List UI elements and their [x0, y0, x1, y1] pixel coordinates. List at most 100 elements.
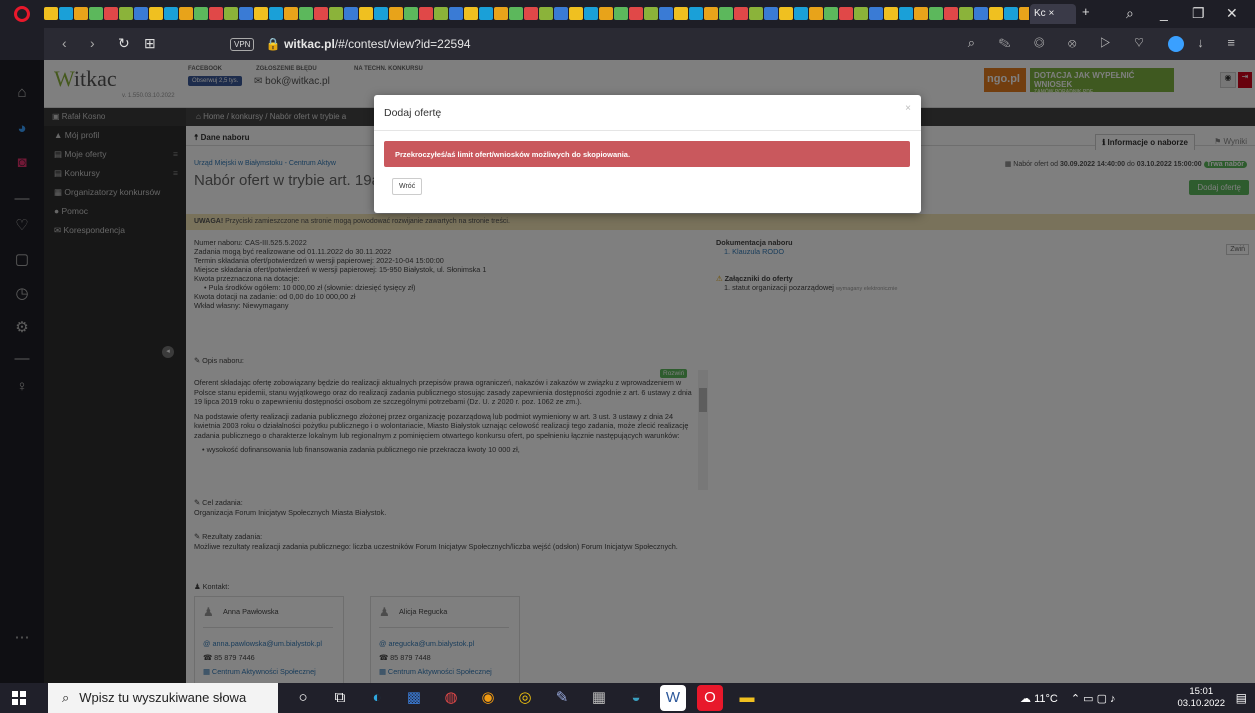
browser-tab[interactable] — [209, 7, 223, 20]
browser-tab[interactable] — [599, 7, 613, 20]
browser-tab[interactable] — [539, 7, 553, 20]
browser-tab[interactable] — [194, 7, 208, 20]
task-view-icon[interactable]: ⧉ — [327, 685, 353, 711]
word-icon[interactable]: W — [660, 685, 686, 711]
opera-logo-icon[interactable] — [14, 6, 30, 22]
vpn-badge[interactable]: VPN — [230, 38, 255, 52]
file-explorer-icon[interactable]: ▬ — [734, 685, 760, 711]
notification-icon[interactable]: ▤ — [1236, 691, 1247, 705]
browser-tab[interactable] — [1004, 7, 1018, 20]
back-button[interactable]: Wróć — [392, 178, 423, 195]
browser-tab[interactable] — [554, 7, 568, 20]
browser-tab[interactable] — [179, 7, 193, 20]
tray-icons[interactable]: ⌃ ▭ ▢ ♪ — [1071, 693, 1116, 705]
browser-tab[interactable] — [239, 7, 253, 20]
url-field[interactable]: VPN 🔒 witkac.pl/#/contest/view?id=22594 — [224, 33, 924, 55]
browser-tab[interactable] — [89, 7, 103, 20]
browser-tab[interactable] — [74, 7, 88, 20]
close-window-icon[interactable]: ✕ — [1226, 5, 1238, 22]
browser-tab[interactable] — [944, 7, 958, 20]
browser-tab[interactable] — [659, 7, 673, 20]
browser-tab[interactable] — [749, 7, 763, 20]
browser-tab[interactable] — [644, 7, 658, 20]
browser-tab[interactable] — [149, 7, 163, 20]
browser-tab[interactable] — [929, 7, 943, 20]
browser-tab[interactable] — [569, 7, 583, 20]
browser-tab[interactable] — [989, 7, 1003, 20]
tab-strip[interactable] — [44, 7, 1029, 21]
browser-tab[interactable] — [524, 7, 538, 20]
browser-tab[interactable] — [959, 7, 973, 20]
browser-tab[interactable] — [854, 7, 868, 20]
speed-dial-icon[interactable]: ⊞ — [144, 35, 156, 52]
browser-tab[interactable] — [734, 7, 748, 20]
browser-tab[interactable] — [254, 7, 268, 20]
browser-tab[interactable] — [914, 7, 928, 20]
browser-tab[interactable] — [434, 7, 448, 20]
browser-tab[interactable] — [344, 7, 358, 20]
paint-icon[interactable]: ✎ — [549, 685, 575, 711]
cortana-icon[interactable]: ○ — [290, 685, 316, 711]
browser-tab[interactable] — [884, 7, 898, 20]
browser-tab[interactable] — [779, 7, 793, 20]
browser-tab[interactable] — [494, 7, 508, 20]
browser-tab[interactable] — [164, 7, 178, 20]
browser-tab[interactable] — [809, 7, 823, 20]
app-icon[interactable]: ◒ — [623, 685, 649, 711]
browser-tab[interactable] — [44, 7, 58, 20]
browser-tab[interactable] — [584, 7, 598, 20]
reload-icon[interactable]: ↻ — [118, 35, 130, 52]
edge-icon[interactable]: ◐ — [364, 685, 390, 711]
restore-icon[interactable]: ❐ — [1192, 5, 1205, 22]
browser-tab[interactable] — [419, 7, 433, 20]
search-tabs-icon[interactable]: ⌕ — [1126, 5, 1134, 22]
browser-tab[interactable] — [224, 7, 238, 20]
address-bar-tools[interactable]: ⌕ ✎ ◎ ⊗ ▷ ♡ ↓ ≡ — [968, 35, 1245, 52]
browser-tab[interactable] — [59, 7, 73, 20]
weather-text[interactable]: 11°C — [1034, 693, 1058, 705]
browser-tab[interactable] — [869, 7, 883, 20]
browser-tab[interactable] — [899, 7, 913, 20]
forward-icon[interactable]: › — [90, 35, 95, 51]
back-icon[interactable]: ‹ — [62, 35, 67, 51]
new-tab-button[interactable]: + — [1082, 4, 1090, 19]
browser-tab[interactable] — [134, 7, 148, 20]
profile-avatar[interactable] — [1167, 35, 1184, 52]
firefox-icon[interactable]: ◉ — [475, 685, 501, 711]
browser-tab[interactable] — [1019, 7, 1029, 20]
browser-tab[interactable] — [374, 7, 388, 20]
browser-tab[interactable] — [329, 7, 343, 20]
browser-tab[interactable] — [974, 7, 988, 20]
minimize-icon[interactable]: _ — [1160, 5, 1168, 21]
browser-tab[interactable] — [284, 7, 298, 20]
chrome-icon[interactable]: ◎ — [512, 685, 538, 711]
browser-tab[interactable] — [794, 7, 808, 20]
browser-tab[interactable] — [719, 7, 733, 20]
close-icon[interactable]: × — [905, 103, 911, 114]
weather-icon[interactable]: ☁ — [1020, 693, 1031, 705]
windows-start-icon[interactable] — [12, 691, 26, 705]
browser-tab[interactable] — [824, 7, 838, 20]
browser-tab[interactable] — [269, 7, 283, 20]
browser-tab[interactable] — [359, 7, 373, 20]
app-icon[interactable]: ◍ — [438, 685, 464, 711]
browser-tab[interactable] — [629, 7, 643, 20]
browser-tab[interactable] — [764, 7, 778, 20]
browser-tab[interactable] — [449, 7, 463, 20]
calculator-icon[interactable]: ▦ — [586, 685, 612, 711]
browser-tab[interactable] — [839, 7, 853, 20]
browser-tab[interactable] — [479, 7, 493, 20]
browser-tab[interactable] — [389, 7, 403, 20]
browser-tab[interactable] — [704, 7, 718, 20]
active-tab[interactable]: Kc × — [1030, 4, 1076, 24]
browser-tab[interactable] — [104, 7, 118, 20]
clock[interactable]: 15:01 03.10.2022 — [1177, 686, 1225, 710]
browser-tab[interactable] — [689, 7, 703, 20]
browser-tab[interactable] — [119, 7, 133, 20]
browser-tab[interactable] — [464, 7, 478, 20]
opera-taskbar-icon[interactable]: O — [697, 685, 723, 711]
browser-tab[interactable] — [674, 7, 688, 20]
browser-tab[interactable] — [404, 7, 418, 20]
taskbar-search[interactable]: ⌕ Wpisz tu wyszukiwane słowa — [48, 683, 278, 713]
browser-tab[interactable] — [314, 7, 328, 20]
